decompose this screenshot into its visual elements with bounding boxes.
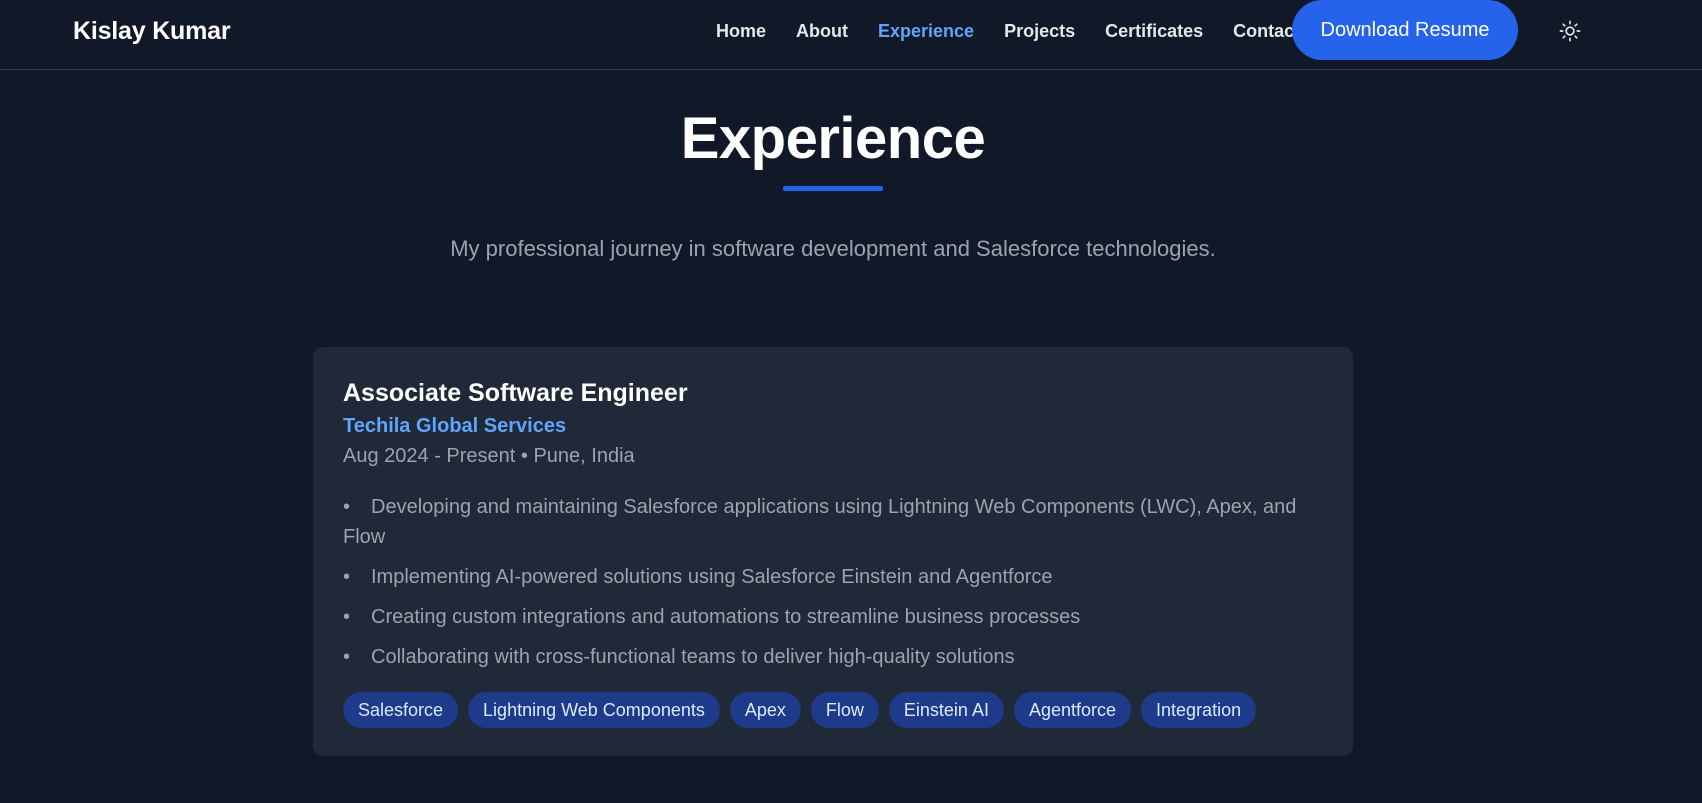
list-item: • Creating custom integrations and automa… [343,602,1303,632]
navbar: Kislay Kumar Home About Experience Proje… [0,0,1702,70]
bullet-icon: • [343,566,351,588]
list-item: • Developing and maintaining Salesforce a… [343,492,1303,552]
skill-tag: Einstein AI [888,692,1004,728]
site-brand[interactable]: Kislay Kumar [73,17,231,46]
list-item: • Collaborating with cross-functional tea… [343,642,1303,672]
nav-links: Home About Experience Projects Certifica… [716,0,1330,62]
job-meta: Aug 2024 - Present • Pune, India [343,445,635,467]
skill-tag: Flow [810,692,879,728]
nav-link-projects[interactable]: Projects [1004,21,1075,42]
responsibilities-list: • Developing and maintaining Salesforce a… [343,492,1303,682]
experience-card: Associate Software Engineer Techila Glob… [313,347,1353,756]
list-item: • Implementing AI-powered solutions using… [343,562,1303,592]
section-title: Experience [680,106,986,171]
skill-tag: Agentforce [1013,692,1132,728]
job-title: Associate Software Engineer [343,379,688,407]
nav-link-experience[interactable]: Experience [878,21,974,42]
nav-link-certificates[interactable]: Certificates [1105,21,1203,42]
skill-tag: Apex [729,692,801,728]
bullet-icon: • [343,496,351,518]
skill-tag: Integration [1141,692,1257,728]
skill-tags: Salesforce Lightning Web Components Apex… [343,692,1266,728]
section-subtitle: My professional journey in software deve… [450,236,1216,261]
sun-icon [1559,20,1581,42]
nav-link-contact[interactable]: Contact [1233,21,1300,42]
bullet-icon: • [343,646,351,668]
download-resume-button[interactable]: Download Resume [1292,0,1518,60]
nav-link-about[interactable]: About [796,21,848,42]
theme-toggle-button[interactable] [1557,18,1583,44]
skill-tag: Lightning Web Components [468,692,720,728]
title-underline [783,186,883,191]
skill-tag: Salesforce [343,692,459,728]
nav-link-home[interactable]: Home [716,21,766,42]
company-name: Techila Global Services [343,415,567,437]
bullet-icon: • [343,606,351,628]
